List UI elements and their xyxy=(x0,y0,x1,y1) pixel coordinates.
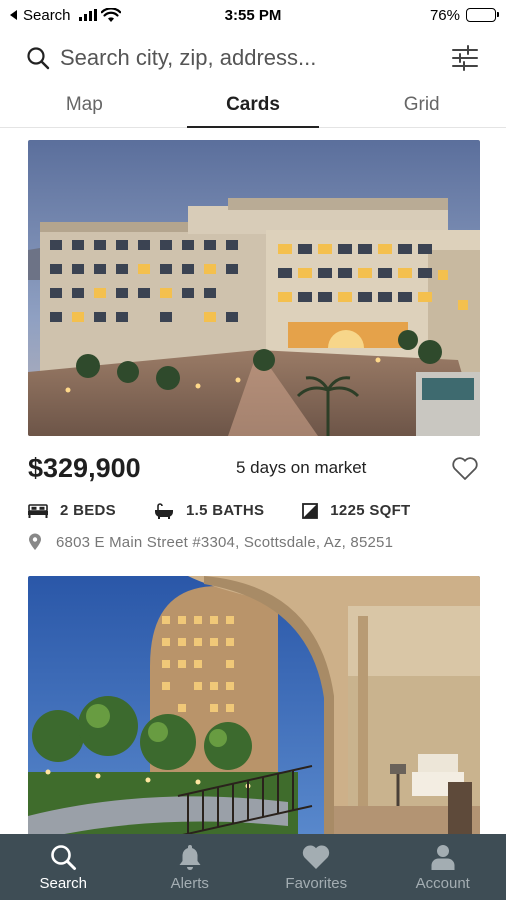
baths-feature: 1.5 BATHS xyxy=(154,502,264,519)
person-icon xyxy=(431,844,455,870)
nav-account[interactable]: Account xyxy=(380,834,506,900)
filter-sliders-icon xyxy=(452,45,478,71)
bottom-navigation: Search Alerts Favorites Account xyxy=(0,834,506,900)
nav-alerts-label: Alerts xyxy=(170,874,209,892)
heart-icon xyxy=(303,844,330,869)
cellular-signal-icon xyxy=(78,9,97,21)
back-app-label[interactable]: Search xyxy=(23,7,71,24)
listing-photo[interactable] xyxy=(28,140,480,436)
listing-features: 2 BEDS 1.5 BATHS 1225 SQFT xyxy=(28,502,480,519)
back-arrow-icon[interactable] xyxy=(10,10,17,20)
tab-cards[interactable]: Cards xyxy=(169,88,338,128)
sqft-feature: 1225 SQFT xyxy=(302,502,410,519)
nav-alerts[interactable]: Alerts xyxy=(127,834,254,900)
beds-feature: 2 BEDS xyxy=(28,502,116,519)
nav-favorites[interactable]: Favorites xyxy=(253,834,380,900)
baths-count: 1.5 BATHS xyxy=(186,502,265,519)
favorite-heart-icon[interactable] xyxy=(450,453,480,483)
days-on-market: 5 days on market xyxy=(236,458,367,477)
sqft-value: 1225 SQFT xyxy=(330,502,411,519)
wifi-icon xyxy=(100,7,121,22)
battery-icon xyxy=(466,8,499,22)
status-time: 3:55 PM xyxy=(224,6,282,24)
battery-percent: 76% xyxy=(429,6,460,24)
filter-button[interactable] xyxy=(448,41,482,75)
listing-card[interactable]: $329,900 5 days on market 2 BEDS 1.5 BAT… xyxy=(28,140,480,551)
search-bar xyxy=(0,36,506,80)
listing-photo[interactable] xyxy=(28,576,480,834)
view-tabs: Map Cards Grid xyxy=(0,88,506,128)
listing-address[interactable]: 6803 E Main Street #3304, Scottsdale, Az… xyxy=(28,533,480,551)
bell-icon xyxy=(179,844,201,870)
nav-search-label: Search xyxy=(39,874,88,892)
nav-favorites-label: Favorites xyxy=(285,874,348,892)
search-input[interactable] xyxy=(60,45,448,71)
address-text: 6803 E Main Street #3304, Scottsdale, Az… xyxy=(56,533,394,551)
search-icon xyxy=(51,844,77,870)
status-bar: Search 3:55 PM 76% xyxy=(0,0,506,30)
tab-map[interactable]: Map xyxy=(0,88,169,127)
location-pin-icon xyxy=(29,533,41,550)
bed-icon xyxy=(28,503,48,518)
listing-feed[interactable]: $329,900 5 days on market 2 BEDS 1.5 BAT… xyxy=(0,128,506,834)
search-icon xyxy=(27,47,50,70)
nav-search[interactable]: Search xyxy=(0,834,127,900)
listing-card[interactable] xyxy=(28,576,480,834)
listing-price: $329,900 xyxy=(28,452,141,483)
square-footage-icon xyxy=(302,502,319,519)
tab-grid[interactable]: Grid xyxy=(337,88,506,127)
nav-account-label: Account xyxy=(415,874,470,892)
beds-count: 2 BEDS xyxy=(60,502,116,519)
bathtub-icon xyxy=(155,502,173,519)
